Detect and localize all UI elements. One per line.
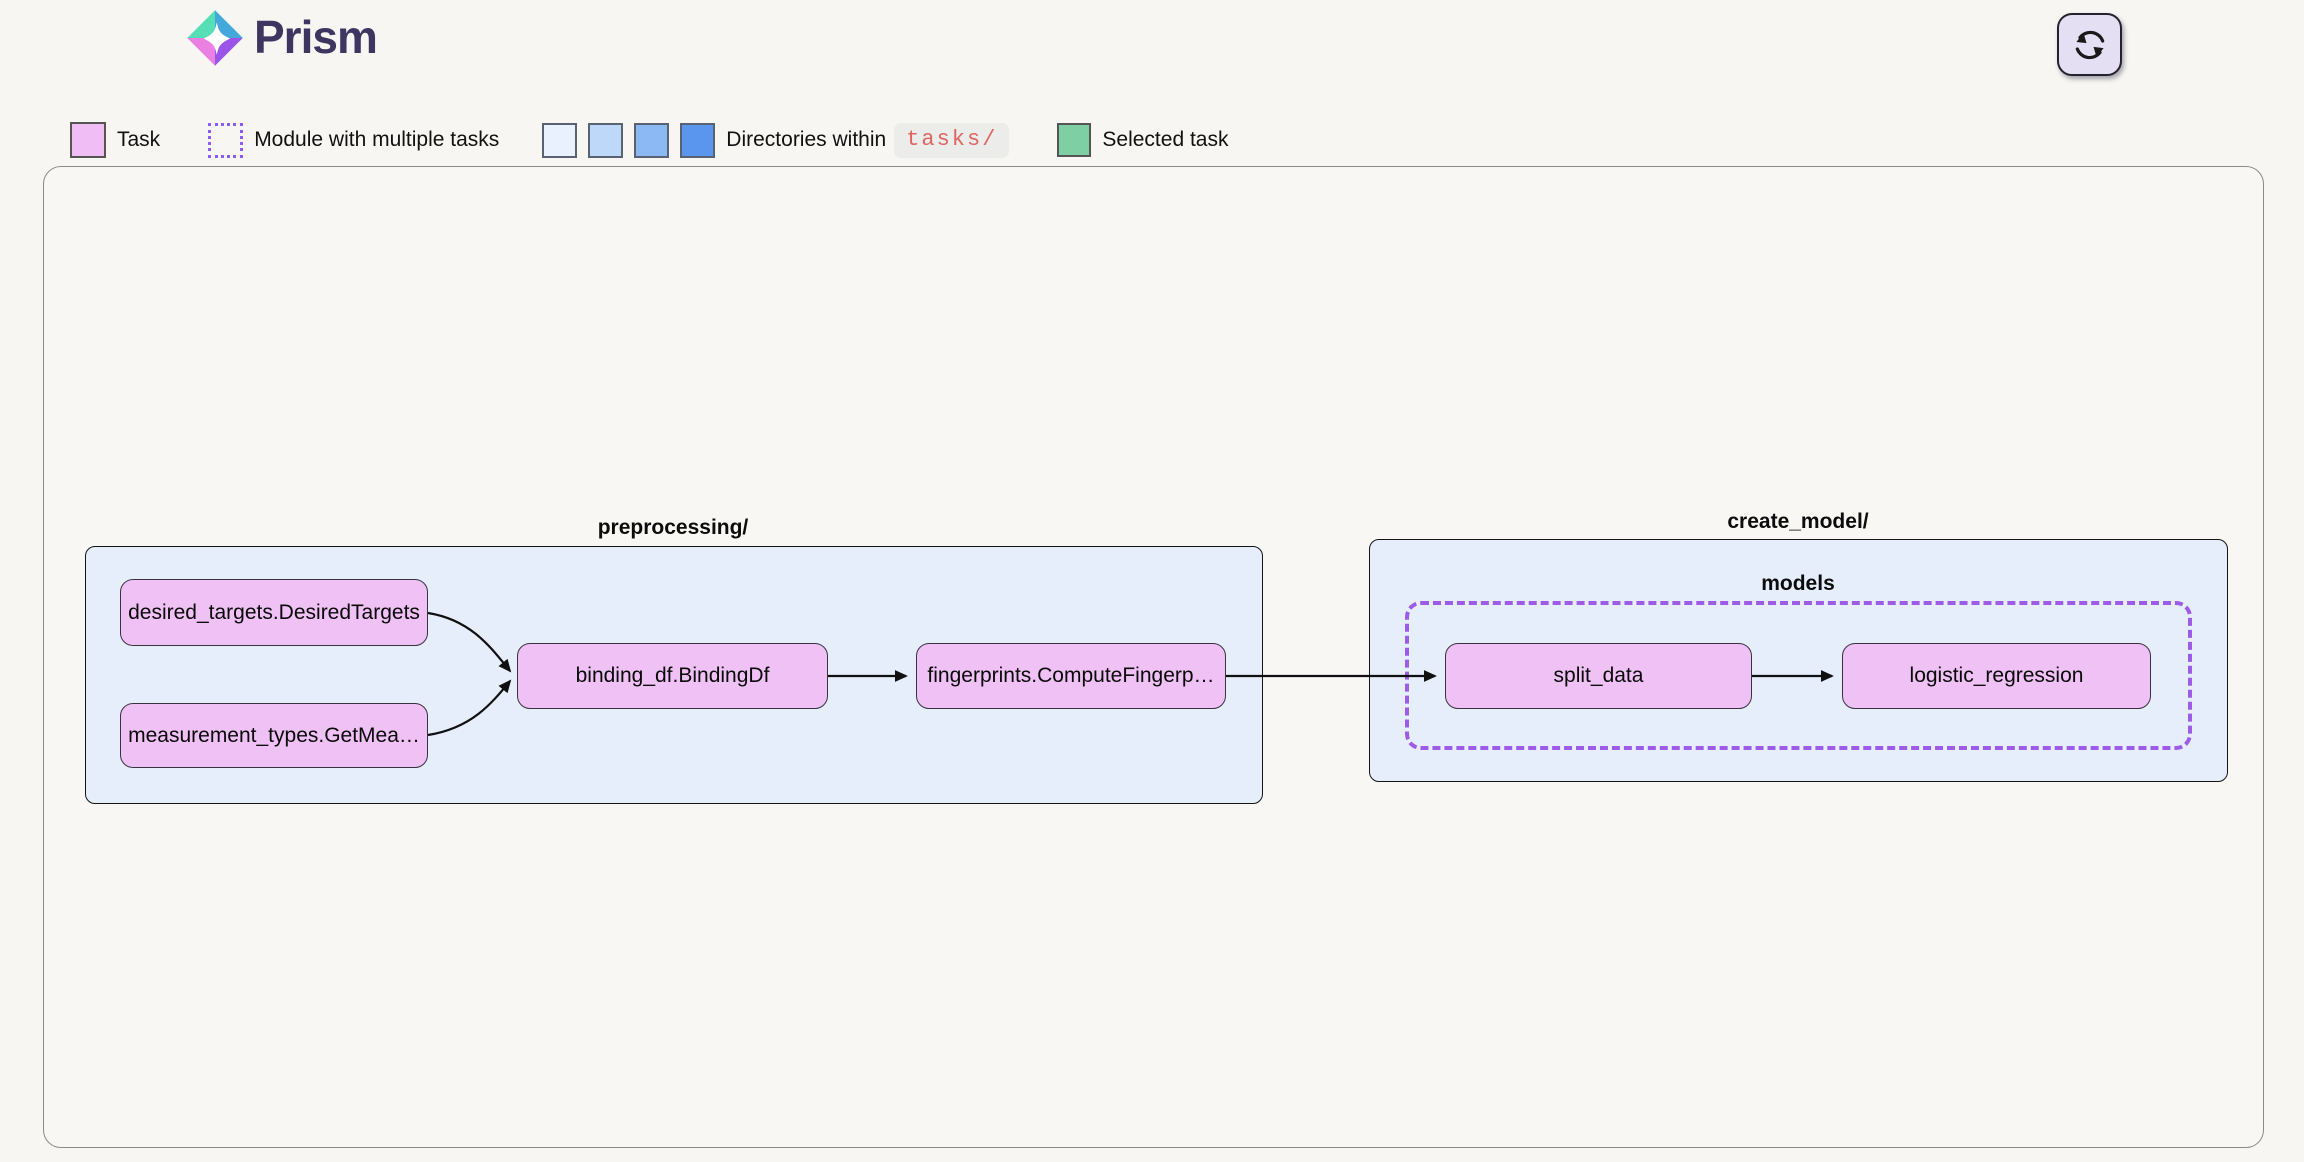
refresh-icon: [2069, 24, 2111, 66]
task-node-fingerprints[interactable]: fingerprints.ComputeFingerp…: [916, 643, 1226, 709]
legend-directory-swatch-3: [634, 123, 669, 158]
legend-directory-swatch-4: [680, 123, 715, 158]
legend: Task Module with multiple tasks Director…: [70, 119, 1228, 161]
prism-logo-icon: [186, 8, 244, 68]
task-node-binding-df[interactable]: binding_df.BindingDf: [517, 643, 828, 709]
task-node-desired-targets[interactable]: desired_targets.DesiredTargets: [120, 579, 428, 646]
legend-tasks-path-badge: tasks/: [894, 123, 1009, 158]
header: Prism: [0, 0, 2304, 110]
legend-selected-swatch: [1057, 123, 1091, 157]
legend-directory-swatch-1: [542, 123, 577, 158]
legend-module-swatch: [208, 123, 243, 158]
module-label-models: models: [1761, 572, 1835, 596]
legend-selected-label: Selected task: [1102, 128, 1228, 152]
group-label-create-model: create_model/: [1727, 510, 1868, 534]
legend-task-label: Task: [117, 128, 160, 152]
task-node-measurement-types[interactable]: measurement_types.GetMea…: [120, 703, 428, 768]
task-node-logistic-regression[interactable]: logistic_regression: [1842, 643, 2151, 709]
dag-canvas[interactable]: preprocessing/ create_model/ models desi…: [43, 166, 2264, 1148]
legend-directory-swatch-2: [588, 123, 623, 158]
refresh-button[interactable]: [2057, 13, 2122, 76]
task-node-split-data[interactable]: split_data: [1445, 643, 1752, 709]
group-label-preprocessing: preprocessing/: [598, 516, 749, 540]
legend-directories-label: Directories within: [726, 128, 886, 152]
legend-module-label: Module with multiple tasks: [254, 128, 499, 152]
app-title: Prism: [254, 10, 377, 64]
legend-task-swatch: [70, 122, 106, 158]
